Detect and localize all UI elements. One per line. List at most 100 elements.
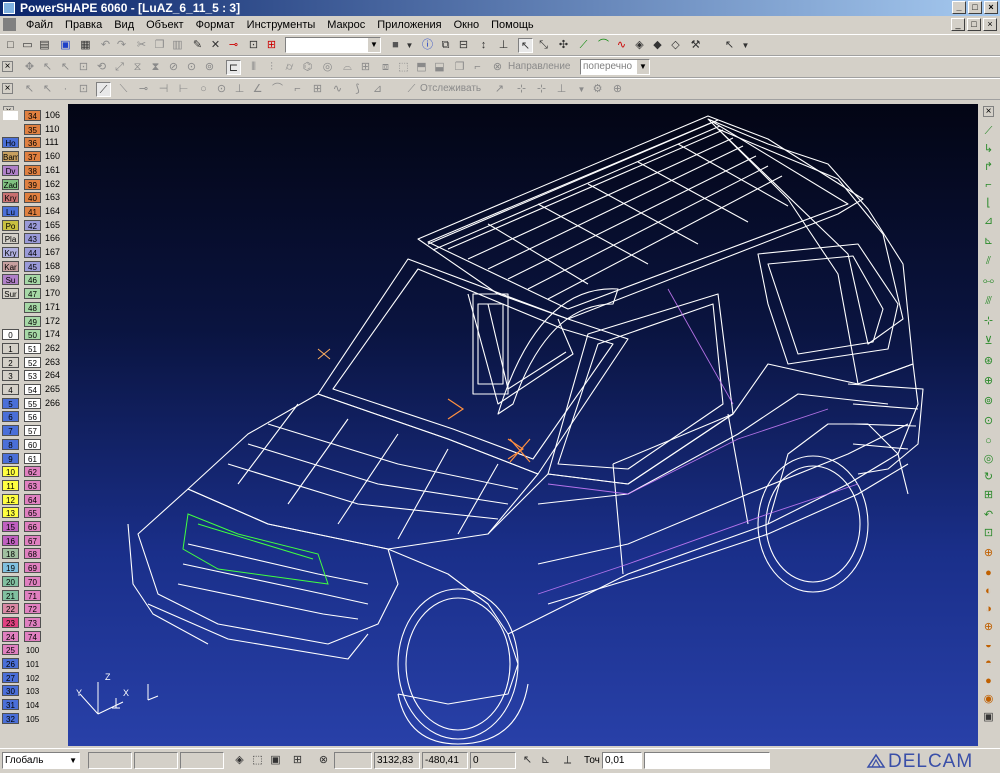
follow-settings-icon[interactable]: ⚙ [590,82,605,97]
level-number[interactable]: 35 [24,123,41,135]
level-tag[interactable]: 9 [2,452,19,464]
level-number[interactable]: 102 [24,671,41,683]
level-number[interactable]: 69 [24,562,41,574]
level-row[interactable]: 11 63 [0,479,68,492]
wire-extend-icon[interactable]: ⊾ [981,234,996,249]
level-row[interactable]: 26 101 [0,657,68,670]
level-row[interactable]: 5 55 266 [0,397,68,410]
direction-select[interactable]: поперечно ▼ [580,59,650,75]
level-row[interactable]: 10 62 [0,465,68,478]
level-number[interactable]: 50 [24,329,41,341]
level-number[interactable]: 53 [24,370,41,382]
level-number[interactable]: 62 [24,466,41,478]
zoom-icon[interactable]: ⊡ [246,38,261,53]
level-tag[interactable]: 2 [2,356,19,368]
level-tag[interactable]: 24 [2,630,19,642]
level-number[interactable]: 38 [24,164,41,176]
level-row[interactable]: 35 110 [0,123,68,136]
level-row[interactable]: 1 51 262 [0,342,68,355]
level-tag[interactable]: 1 [2,342,19,354]
follow-icon[interactable]: ⟋ [404,82,419,97]
level-right-number[interactable]: 264 [45,369,60,382]
undo-icon[interactable]: ↶ [98,38,113,53]
level-tag[interactable]: 19 [2,562,19,574]
level-tag[interactable]: 25 [2,644,19,656]
level-tag[interactable]: 27 [2,671,19,683]
level-row[interactable]: 4 54 265 [0,383,68,396]
tool-copy-icon[interactable]: ❐ [452,60,467,75]
view-sphere-icon[interactable]: ◐ [981,584,996,599]
globe-icon[interactable]: ⊕ [981,546,996,561]
app-icon[interactable] [3,2,15,14]
level-tag[interactable]: 32 [2,712,19,724]
level-number[interactable]: 67 [24,534,41,546]
snap-active-icon[interactable]: ⟋ [96,82,111,97]
level-tag[interactable]: 7 [2,425,19,437]
snap-grid-icon[interactable]: ⊞ [310,82,325,97]
level-tag[interactable]: 13 [2,507,19,519]
wire-project-icon[interactable]: ⊹ [981,314,996,329]
level-number[interactable]: 54 [24,384,41,395]
level-number[interactable]: 37 [24,151,41,163]
axis-icon[interactable]: ✣ [556,38,571,53]
tolerance-icon[interactable]: ⟂ [560,753,575,768]
level-right-number[interactable]: 110 [45,123,59,136]
hierarchy-icon[interactable]: ⊟ [456,38,471,53]
level-row[interactable]: Kry 40 163 [0,191,68,204]
mdi-restore-button[interactable]: □ [967,18,981,31]
menu-help[interactable]: Помощь [485,18,540,32]
level-tag[interactable]: Zad [2,178,19,190]
level-tag[interactable]: 0 [2,329,19,341]
level-row[interactable]: 16 67 [0,534,68,547]
level-number[interactable]: 61 [24,452,41,464]
level-right-number[interactable]: 167 [45,246,60,259]
level-tag[interactable]: Kry [2,247,19,258]
toolbar3-close-icon[interactable]: × [2,83,13,94]
level-number[interactable]: 66 [24,521,41,532]
level-row[interactable]: 27 102 [0,671,68,684]
menu-edit[interactable]: Правка [59,18,108,32]
coordinate-icon[interactable]: ⊗ [316,753,331,768]
snap-arc-icon[interactable]: ⌒ [270,82,285,97]
pen-icon[interactable]: ✎ [190,38,205,53]
view-front-icon[interactable]: ◒ [981,638,996,653]
wire-join-icon[interactable]: ⧟ [981,274,996,289]
level-tag[interactable]: Dv [2,164,19,176]
level-number[interactable]: 42 [24,219,41,231]
tolerance-input[interactable]: 0,01 [602,752,642,769]
level-number[interactable]: 34 [24,110,41,121]
level-number[interactable]: 68 [24,548,41,560]
mdi-close-button[interactable]: × [983,18,997,31]
level-row[interactable]: Pla 43 166 [0,232,68,245]
level-right-number[interactable]: 164 [45,205,60,218]
follow-arrow-icon[interactable]: ↗ [492,82,507,97]
level-right-number[interactable]: 168 [45,260,60,273]
tool-offset-icon[interactable]: ⧗ [148,60,163,75]
info-icon[interactable]: ⓘ [420,38,435,53]
level-row[interactable]: 22 72 [0,602,68,615]
print-icon[interactable]: ▦ [78,38,93,53]
view-cube-icon[interactable]: ◈ [232,753,247,768]
level-row[interactable]: 24 74 [0,630,68,643]
tool-shell-icon[interactable]: ⬒ [414,60,429,75]
paste-icon[interactable]: ▥ [170,38,185,53]
level-tag[interactable]: Po [2,219,19,231]
wand-icon[interactable]: ⚒ [688,38,703,53]
view-iso-icon[interactable]: ⊕ [981,620,996,635]
level-row[interactable]: Sur 47 170 [0,287,68,300]
open-icon[interactable]: ▤ [37,38,52,53]
open-folder-icon[interactable]: ▭ [20,38,35,53]
level-right-number[interactable]: 263 [45,356,60,369]
level-number[interactable]: 101 [24,658,41,669]
level-row[interactable]: 23 73 [0,616,68,629]
snap-center-icon[interactable]: ⊙ [214,82,229,97]
tool-grid-icon[interactable]: ⊞ [358,60,373,75]
wire-trim-icon[interactable]: ⊿ [981,214,996,229]
level-number[interactable]: 36 [24,137,41,149]
level-right-number[interactable]: 166 [45,232,60,245]
level-tag[interactable]: Bam [2,151,19,163]
level-row[interactable]: 6 56 [0,410,68,423]
level-tag[interactable]: 6 [2,411,19,423]
level-right-number[interactable]: 160 [45,150,60,163]
level-row[interactable]: 13 65 [0,506,68,519]
